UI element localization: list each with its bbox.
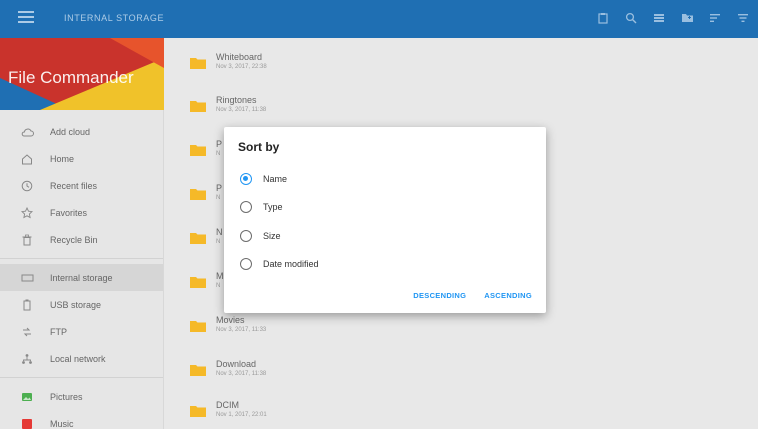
- dialog-actions: DESCENDING ASCENDING: [413, 291, 532, 300]
- sort-option-date-modified[interactable]: Date modified: [240, 255, 319, 273]
- sort-option-name[interactable]: Name: [240, 170, 287, 188]
- option-label: Type: [263, 202, 283, 212]
- sort-option-size[interactable]: Size: [240, 227, 281, 245]
- option-label: Date modified: [263, 259, 319, 269]
- dialog-title: Sort by: [238, 140, 280, 154]
- sort-dialog: Sort by Name Type Size Date modified DES…: [224, 127, 546, 313]
- sort-option-type[interactable]: Type: [240, 198, 283, 216]
- radio-button[interactable]: [240, 173, 252, 185]
- ascending-button[interactable]: ASCENDING: [484, 291, 532, 300]
- option-label: Name: [263, 174, 288, 184]
- radio-button[interactable]: [240, 258, 252, 270]
- radio-button[interactable]: [240, 201, 252, 213]
- option-label: Size: [263, 231, 281, 241]
- radio-button[interactable]: [240, 230, 252, 242]
- descending-button[interactable]: DESCENDING: [413, 291, 466, 300]
